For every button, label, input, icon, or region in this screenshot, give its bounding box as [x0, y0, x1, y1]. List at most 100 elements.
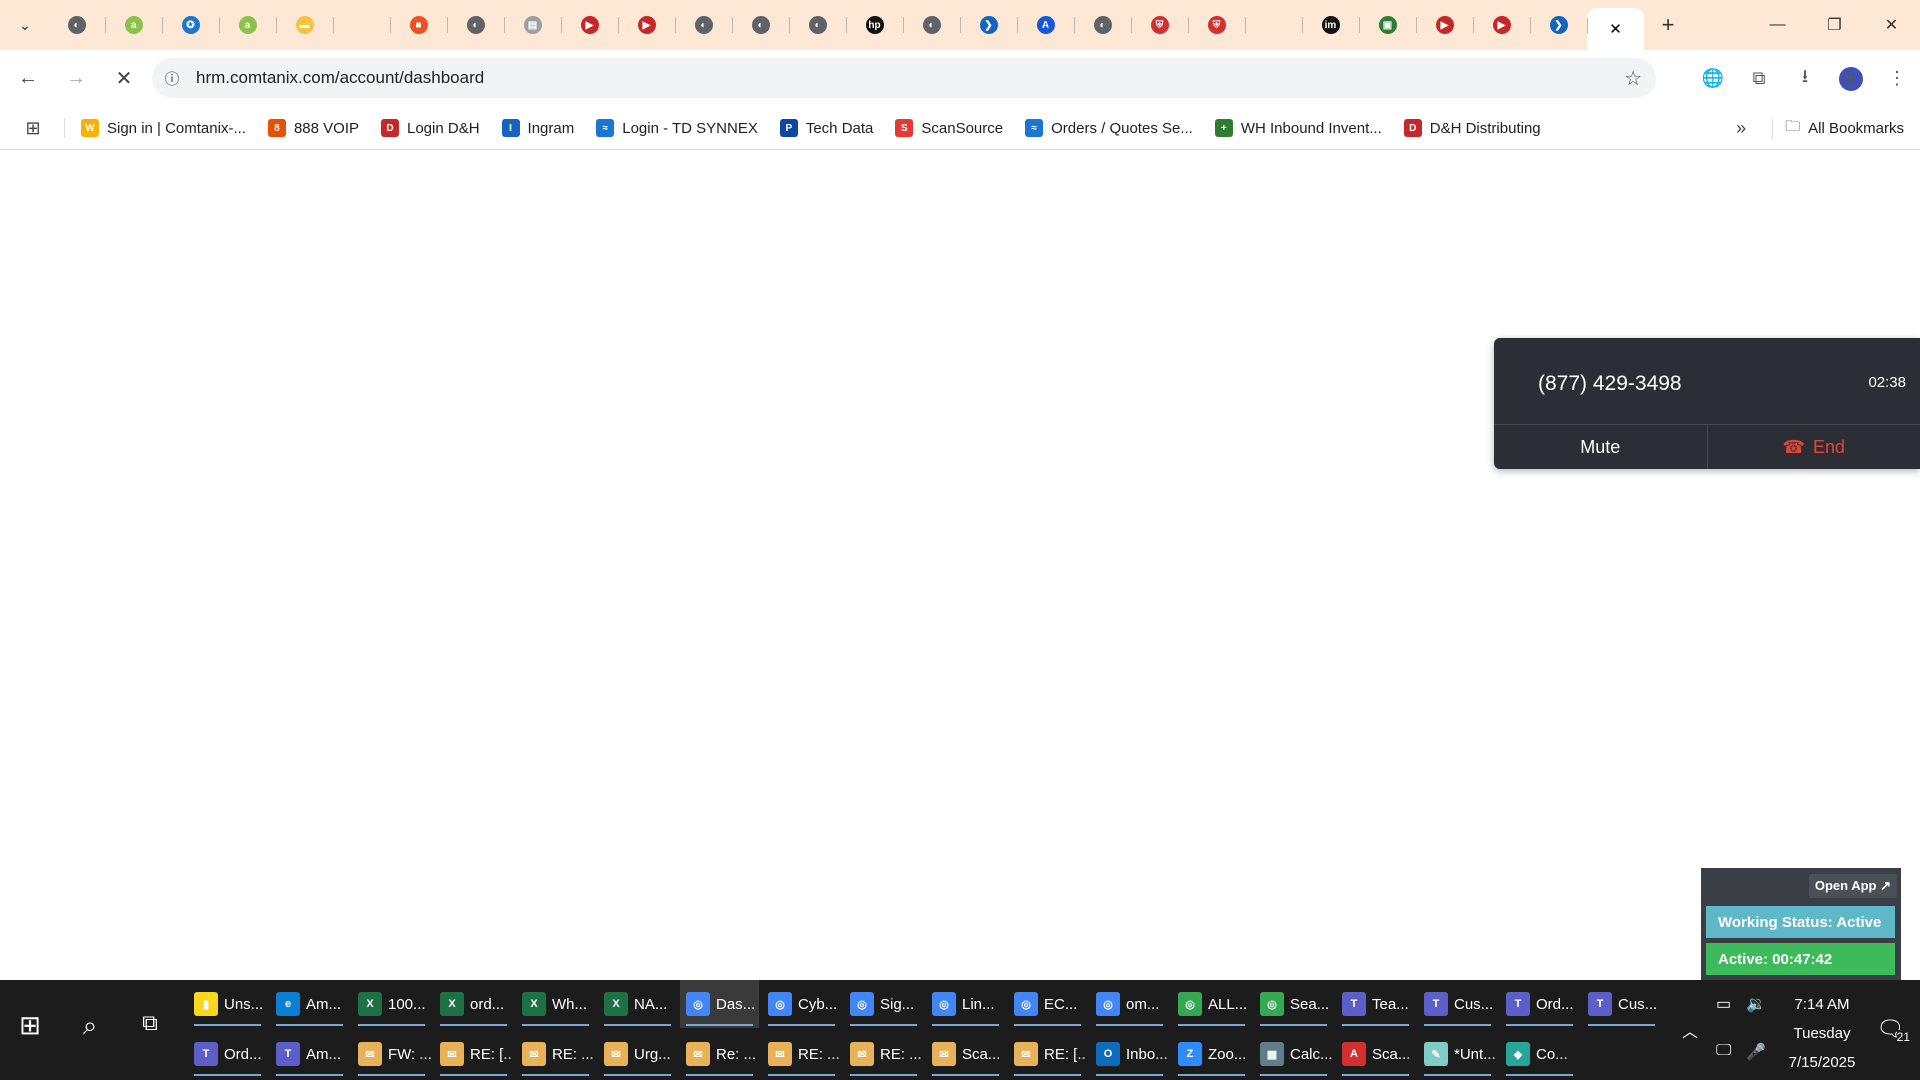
browser-tab[interactable]: ◐ [789, 7, 846, 43]
taskbar-item[interactable]: ✉ Sca... [926, 1030, 1005, 1078]
task-view-icon[interactable]: ⧉ [130, 1010, 170, 1050]
bookmark-item[interactable]: + WH Inbound Invent... [1214, 119, 1382, 137]
site-info-icon[interactable]: ⓘ [152, 68, 192, 89]
browser-tab[interactable]: ▶ [1473, 7, 1530, 43]
close-window-button[interactable]: ✕ [1863, 0, 1920, 50]
browser-tab[interactable]: ▶ [561, 7, 618, 43]
search-icon[interactable]: ⌕ [70, 1010, 110, 1050]
clock[interactable]: 7:14 AM Tuesday 7/15/2025 [1772, 990, 1872, 1077]
taskbar-item[interactable]: ▦ Calc... [1254, 1030, 1333, 1078]
url-text[interactable]: hrm.comtanix.com/account/dashboard [196, 68, 484, 88]
taskbar-item[interactable]: Z Zoo... [1172, 1030, 1251, 1078]
browser-tab[interactable]: ◐ [48, 7, 105, 43]
taskbar-item[interactable]: ✉ Urg... [598, 1030, 677, 1078]
taskbar-item[interactable]: ◎ ALL... [1172, 980, 1251, 1028]
new-tab-button[interactable]: + [1650, 7, 1686, 43]
taskbar-item[interactable]: ✎ *Unt... [1418, 1030, 1497, 1078]
bookmark-star-icon[interactable]: ☆ [1624, 66, 1642, 91]
taskbar-item[interactable]: ✉ FW: ... [352, 1030, 431, 1078]
browser-tab[interactable]: ◐ [447, 7, 504, 43]
taskbar-item[interactable]: X 100... [352, 980, 431, 1028]
taskbar-item[interactable]: Xord... [434, 980, 513, 1028]
browser-tab[interactable]: ▬ [276, 7, 333, 43]
taskbar-item[interactable]: ✉ RE: ... [762, 1030, 841, 1078]
browser-tab[interactable]: a [219, 7, 276, 43]
browser-tab[interactable]: a [105, 7, 162, 43]
browser-tab[interactable]: ⛨ [1131, 7, 1188, 43]
browser-tab[interactable]: ◐ [903, 7, 960, 43]
bookmark-item[interactable]: 8 888 VOIP [267, 119, 359, 137]
browser-tab[interactable]: ▶ [1416, 7, 1473, 43]
taskbar-item[interactable]: ◎ EC... [1008, 980, 1087, 1028]
notification-center-icon[interactable]: 🗨 21 [1876, 1016, 1910, 1044]
windows-start-icon[interactable]: ⊞ [10, 1010, 50, 1050]
browser-tab[interactable]: A [1017, 7, 1074, 43]
taskbar-item[interactable]: ◎ Sea... [1254, 980, 1333, 1028]
download-icon[interactable]: ⭳ [1782, 64, 1828, 94]
taskbar-item[interactable]: ✉ RE: [... [434, 1030, 513, 1078]
menu-icon[interactable]: ⋮ [1874, 68, 1920, 89]
taskbar-item[interactable]: ▮ Uns... [188, 980, 267, 1028]
all-bookmarks-link[interactable]: All Bookmarks [1808, 120, 1904, 137]
browser-tab[interactable]: ✪ [162, 7, 219, 43]
taskbar-item[interactable]: X NA... [598, 980, 677, 1028]
bookmark-item[interactable]: P Tech Data [779, 119, 873, 137]
browser-tab[interactable]: ❯ [1530, 7, 1587, 43]
bookmark-item[interactable]: D Login D&H [381, 119, 480, 137]
restore-button[interactable]: ❐ [1806, 0, 1863, 50]
browser-tab[interactable] [333, 7, 390, 43]
bookmark-item[interactable]: ≈ Login - TD SYNNEX [596, 119, 758, 137]
bookmark-item[interactable]: D D&H Distributing [1403, 119, 1541, 137]
browser-tab[interactable]: ▶ [618, 7, 675, 43]
taskbar-item[interactable]: ✉ Re: ... [680, 1030, 759, 1078]
taskbar-item[interactable]: T Cus... [1418, 980, 1497, 1028]
taskbar-item[interactable]: T Ord... [1500, 980, 1579, 1028]
taskbar-item[interactable]: T Ord... [188, 1030, 267, 1078]
forward-button[interactable]: → [56, 59, 96, 99]
taskbar-item[interactable]: ✉ RE: [... [1008, 1030, 1087, 1078]
bookmark-item[interactable]: W Sign in | Comtanix-... [81, 119, 246, 137]
taskbar-item[interactable]: ✉ RE: ... [516, 1030, 595, 1078]
browser-tab[interactable]: ◐ [675, 7, 732, 43]
back-button[interactable]: ← [8, 59, 48, 99]
taskbar-item[interactable]: X Wh... [516, 980, 595, 1028]
open-app-button[interactable]: Open App ↗ [1808, 874, 1897, 898]
active-tab[interactable]: ✕ [1587, 8, 1644, 50]
tab-search-icon[interactable]: ⌄ [10, 10, 40, 40]
taskbar-item[interactable]: T Cus... [1582, 980, 1661, 1028]
taskbar-item[interactable]: A Sca... [1336, 1030, 1415, 1078]
network-icon[interactable]: 🖵 [1716, 1042, 1731, 1060]
taskbar-item[interactable]: ✉ RE: ... [844, 1030, 923, 1078]
taskbar-item[interactable]: e Am... [270, 980, 349, 1028]
apps-grid-icon[interactable]: ⊞ [18, 118, 48, 139]
browser-tab[interactable]: ▤ [504, 7, 561, 43]
taskbar-item[interactable]: ◎ Das... [680, 980, 759, 1028]
microphone-icon[interactable]: 🎤 [1746, 1042, 1766, 1062]
browser-tab[interactable]: ▣ [1359, 7, 1416, 43]
battery-icon[interactable]: ▭ [1716, 994, 1731, 1014]
browser-tab[interactable]: ◐ [1074, 7, 1131, 43]
extensions-icon[interactable]: ⧉ [1736, 68, 1782, 89]
address-bar[interactable]: ⓘ hrm.comtanix.com/account/dashboard ☆ [152, 58, 1656, 98]
browser-tab[interactable]: ❯ [960, 7, 1017, 43]
taskbar-item[interactable]: O Inbo... [1090, 1030, 1169, 1078]
taskbar-item[interactable]: ◎ Lin... [926, 980, 1005, 1028]
browser-tab[interactable]: ⛨ [1188, 7, 1245, 43]
bookmark-item[interactable]: I Ingram [501, 119, 574, 137]
browser-tab[interactable]: ■ [390, 7, 447, 43]
taskbar-item[interactable]: ◎ Cyb... [762, 980, 841, 1028]
taskbar-item[interactable]: ◎ Sig... [844, 980, 923, 1028]
stop-loading-button[interactable]: ✕ [104, 59, 144, 99]
mute-button[interactable]: Mute [1494, 425, 1708, 469]
end-call-button[interactable]: ☎ End [1708, 425, 1920, 469]
taskbar-item[interactable]: T Am... [270, 1030, 349, 1078]
bookmark-item[interactable]: ≈ Orders / Quotes Se... [1025, 119, 1193, 137]
working-status-badge[interactable]: Working Status: Active [1706, 906, 1895, 938]
minimize-button[interactable]: — [1749, 0, 1806, 50]
browser-tab[interactable] [1245, 7, 1302, 43]
translate-icon[interactable]: 🌐 [1690, 68, 1736, 89]
browser-tab[interactable]: hp [846, 7, 903, 43]
browser-tab[interactable]: im [1302, 7, 1359, 43]
taskbar-item[interactable]: ◎ om... [1090, 980, 1169, 1028]
browser-tab[interactable]: ◐ [732, 7, 789, 43]
